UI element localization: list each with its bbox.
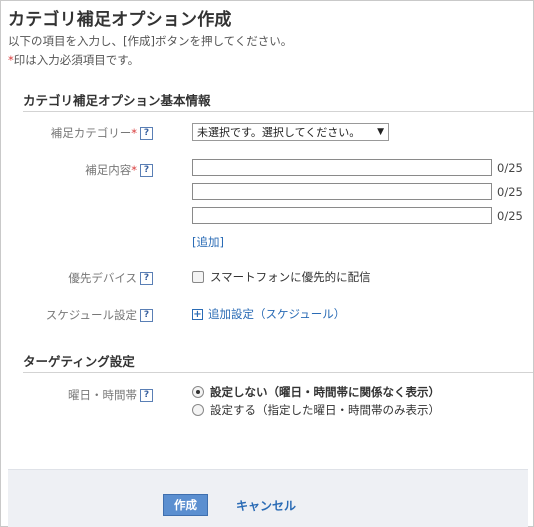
page-description: 以下の項目を入力し、[作成]ボタンを押してください。 [8,34,293,48]
content-input-1[interactable] [192,159,492,176]
create-button[interactable]: 作成 [163,494,208,516]
daytime-label: 曜日・時間帯 [68,388,137,402]
add-schedule-link[interactable]: + 追加設定（スケジュール） [192,306,345,322]
cancel-button[interactable]: キャンセル [236,497,296,514]
daytime-label-row: 曜日・時間帯 ? [68,387,153,403]
content-input-3[interactable] [192,207,492,224]
content-label-row: 補足内容 * ? [85,162,153,178]
schedule-label-row: スケジュール設定 ? [46,307,153,323]
schedule-label: スケジュール設定 [45,308,137,322]
add-schedule-label: 追加設定（スケジュール） [208,307,346,321]
daytime-off-radio[interactable] [192,386,204,398]
content-label: 補足内容 [85,163,132,177]
daytime-option-off[interactable]: 設定しない（曜日・時間帯に関係なく表示） [192,384,440,400]
daytime-on-label: 設定する（指定した曜日・時間帯のみ表示） [210,403,440,417]
device-help-icon[interactable]: ? [140,271,153,285]
content-help-icon[interactable]: ? [140,163,153,177]
page-title: カテゴリ補足オプション作成 [8,10,232,30]
content-required-mark: * [131,163,137,177]
category-select[interactable]: 未選択です。選択してください。 ▼ [192,123,389,141]
category-label: 補足カテゴリー [50,126,132,140]
content-counter-2: 0/25 [497,185,523,199]
daytime-help-icon[interactable]: ? [140,388,153,402]
required-note-text: 印は入力必須項目です。 [13,53,140,67]
section-targeting: ターゲティング設定 [23,351,533,373]
add-content-link[interactable]: [追加] [192,234,224,250]
category-select-value: 未選択です。選択してください。 [197,126,361,139]
device-label-row: 優先デバイス ? [68,270,153,286]
daytime-on-radio[interactable] [192,404,204,416]
category-label-row: 補足カテゴリー * ? [51,125,153,141]
plus-icon: + [192,308,203,320]
content-counter-3: 0/25 [497,209,523,223]
smartphone-priority-option[interactable]: スマートフォンに優先的に配信 [192,269,371,285]
daytime-option-on[interactable]: 設定する（指定した曜日・時間帯のみ表示） [192,402,440,418]
daytime-off-label: 設定しない（曜日・時間帯に関係なく表示） [210,385,440,399]
required-note: *印は入力必須項目です。 [8,52,139,68]
section-basic-info: カテゴリ補足オプション基本情報 [23,90,533,112]
content-input-2[interactable] [192,183,492,200]
schedule-help-icon[interactable]: ? [140,308,153,322]
chevron-down-icon: ▼ [377,127,384,137]
category-help-icon[interactable]: ? [140,126,153,140]
smartphone-priority-label: スマートフォンに優先的に配信 [210,270,371,284]
smartphone-priority-checkbox[interactable] [192,271,204,283]
category-required-mark: * [131,126,137,140]
device-label: 優先デバイス [68,271,137,285]
dialog-frame: カテゴリ補足オプション作成 以下の項目を入力し、[作成]ボタンを押してください。… [0,0,534,527]
content-counter-1: 0/25 [497,161,523,175]
